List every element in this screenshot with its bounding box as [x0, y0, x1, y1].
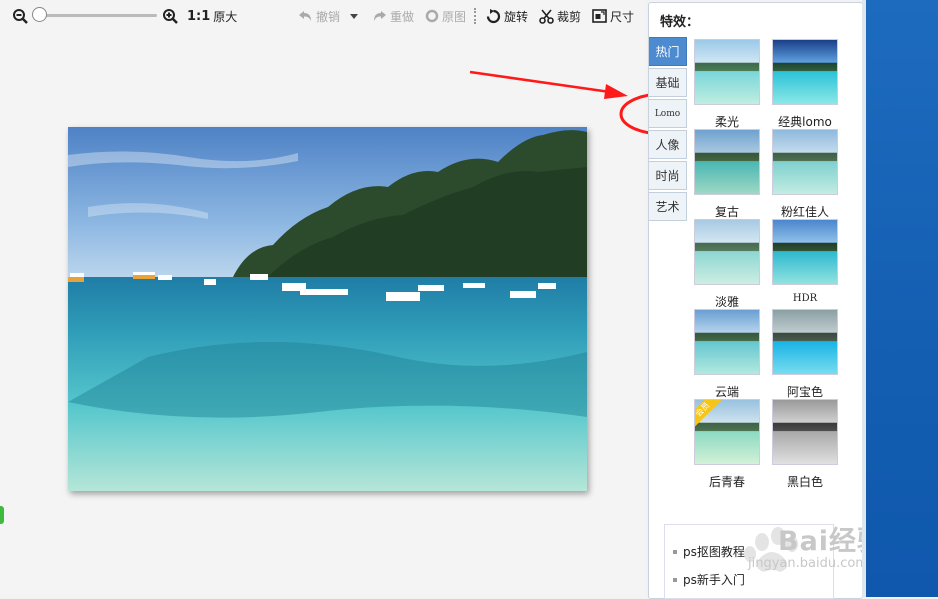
effect-label: 阿宝色 [786, 385, 823, 399]
effect-black-white[interactable]: 黑白色 [772, 399, 838, 490]
effect-label: HDR [792, 293, 818, 304]
rotate-label: 旋转 [504, 9, 529, 24]
caret-down-icon [350, 14, 358, 19]
editor-toolbar: 1:1 原大 撤销 重做 原图 旋转 裁剪 尺寸 [0, 0, 645, 32]
redo-icon [374, 11, 386, 21]
effect-elegant[interactable]: 淡雅 [694, 219, 760, 310]
effect-youth[interactable]: 会员 后青春 [694, 399, 760, 490]
effect-classic-lomo[interactable]: 经典lomo [772, 39, 838, 130]
rotate-icon [486, 8, 501, 23]
effect-label: 经典lomo [778, 115, 832, 129]
redo-label: 重做 [390, 9, 415, 24]
resize-icon [592, 9, 607, 23]
panel-title: 特效： [660, 15, 700, 30]
effect-label: 淡雅 [714, 295, 739, 309]
effect-abao[interactable]: 阿宝色 [772, 309, 838, 400]
toolbar-divider [474, 8, 476, 24]
bullet-icon [673, 549, 677, 554]
undo-label: 撤销 [316, 9, 341, 24]
effect-thumbnail [772, 219, 838, 285]
zoom-slider-handle[interactable] [32, 7, 47, 22]
effect-thumbnail [694, 129, 760, 195]
crop-button[interactable]: 裁剪 [539, 6, 581, 26]
zoom-out-icon[interactable] [12, 6, 29, 26]
original-size-label: 原大 [213, 9, 238, 24]
tab-basic[interactable]: 基础 [649, 68, 687, 97]
circle-icon [425, 9, 439, 23]
effect-label: 复古 [714, 205, 739, 219]
edited-photo[interactable] [68, 127, 587, 491]
side-tab-marker [0, 506, 4, 524]
bullet-icon [673, 577, 677, 582]
effect-hdr[interactable]: HDR [772, 219, 838, 304]
rotate-button[interactable]: 旋转 [486, 6, 528, 26]
resize-label: 尺寸 [610, 9, 635, 24]
effect-label: 黑白色 [786, 475, 823, 489]
watermark-url: jingyan.baidu.com [748, 556, 868, 571]
effect-thumbnail: 会员 [694, 399, 760, 465]
crop-label: 裁剪 [557, 9, 582, 24]
scissors-icon [539, 8, 554, 24]
original-size-button[interactable]: 1:1 原大 [187, 6, 237, 26]
resize-button[interactable]: 尺寸 [592, 6, 634, 26]
effect-thumbnail [772, 399, 838, 465]
original-image-button[interactable]: 原图 [425, 6, 466, 26]
effect-cloud[interactable]: 云端 [694, 309, 760, 400]
undo-dropdown[interactable] [349, 6, 359, 26]
effect-pink-beauty[interactable]: 粉红佳人 [772, 129, 838, 220]
effect-soft-light[interactable]: 柔光 [694, 39, 760, 130]
desktop-background [866, 0, 938, 597]
tab-art[interactable]: 艺术 [649, 192, 687, 221]
effect-thumbnail [694, 39, 760, 105]
effect-label: 粉红佳人 [780, 205, 829, 219]
effect-thumbnail [694, 219, 760, 285]
original-image-label: 原图 [442, 9, 467, 24]
effects-panel: 特效： 热门 基础 Lomo 人像 时尚 艺术 柔光 经典lomo 复古 粉红佳… [648, 2, 863, 599]
effect-thumbnail [772, 39, 838, 105]
effect-category-tabs: 热门 基础 Lomo 人像 时尚 艺术 [649, 37, 689, 223]
member-badge: 会员 [695, 400, 722, 429]
effect-label: 云端 [714, 385, 739, 399]
tab-fashion[interactable]: 时尚 [649, 161, 687, 190]
effect-thumbnail [772, 309, 838, 375]
effect-label: 柔光 [714, 115, 739, 129]
redo-button[interactable]: 重做 [372, 6, 414, 26]
zoom-slider-track[interactable] [37, 14, 157, 17]
effect-label: 后青春 [708, 475, 745, 489]
zoom-in-icon[interactable] [162, 6, 179, 26]
effect-vintage[interactable]: 复古 [694, 129, 760, 220]
effect-thumbnail [772, 129, 838, 195]
undo-icon [299, 11, 311, 21]
tab-lomo[interactable]: Lomo [649, 99, 687, 128]
effect-thumbnail [694, 309, 760, 375]
tab-hot[interactable]: 热门 [649, 37, 687, 66]
tab-portrait[interactable]: 人像 [649, 130, 687, 159]
undo-button[interactable]: 撤销 [298, 6, 340, 26]
zoom-ratio-label: 1:1 [187, 8, 211, 24]
